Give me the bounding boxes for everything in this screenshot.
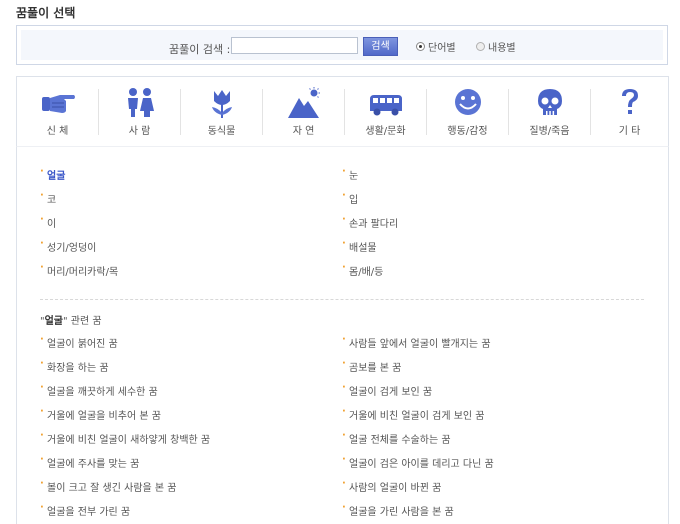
radio-content[interactable]: 내용별 [476,39,516,54]
related-dream-link[interactable]: 얼굴이 붉어진 꿈 [40,334,118,350]
radio-word-dot[interactable] [416,42,425,51]
related-title: "얼굴" 관련 꿈 [40,316,102,327]
category-behavior-emotion-label: 행동/감정 [447,126,488,137]
related-dream-link[interactable]: 얼굴을 깨끗하게 세수한 꿈 [40,382,158,398]
bus-icon [345,87,426,119]
body-part-link[interactable]: 코 [40,190,56,206]
body-part-link[interactable]: 얼굴 [40,166,66,182]
question-icon [589,87,670,119]
category-body-label: 신 체 [46,126,69,137]
related-dream-link[interactable]: 거울에 얼굴을 비추어 본 꿈 [40,406,161,422]
body-part-link[interactable]: 몸/배/등 [342,262,383,278]
category-disease-death-label: 질병/죽음 [529,126,570,137]
category-etc-label: 기 타 [618,126,641,137]
body-part-link[interactable]: 손과 팔다리 [342,214,398,230]
related-dream-link[interactable]: 얼굴을 전부 가린 꿈 [40,502,130,518]
related-dream-link[interactable]: 볼이 크고 잘 생긴 사람을 본 꿈 [40,478,177,494]
body-part-link[interactable]: 입 [342,190,358,206]
related-dream-link[interactable]: 거울에 비친 얼굴이 검게 보인 꿈 [342,406,484,422]
radio-content-dot[interactable] [476,42,485,51]
related-dream-link[interactable]: 곰보를 본 꿈 [342,358,401,374]
category-nature-label: 자 연 [292,126,315,137]
body-part-link[interactable]: 배설물 [342,238,377,254]
body-part-link[interactable]: 성기/엉덩이 [40,238,96,254]
radio-word-label: 단어별 [428,43,456,54]
category-flora-fauna-label: 동식물 [207,126,236,137]
category-people-label: 사 람 [128,126,151,137]
related-dream-link[interactable]: 얼굴이 검게 보인 꿈 [342,382,432,398]
body-part-link[interactable]: 이 [40,214,56,230]
body-part-link[interactable]: 머리/머리카락/목 [40,262,118,278]
related-dream-link[interactable]: 얼굴 전체를 수술하는 꿈 [342,430,451,446]
skull-icon [509,87,590,119]
related-dream-link[interactable]: 얼굴에 주사를 맞는 꿈 [40,454,139,470]
category-disease-death[interactable]: 질병/죽음 [509,77,590,147]
related-keyword: 얼굴 [44,316,64,327]
related-dream-link[interactable]: 얼굴이 검은 아이를 데리고 다닌 꿈 [342,454,494,470]
radio-word[interactable]: 단어별 [416,39,456,54]
category-etc[interactable]: 기 타 [589,77,670,147]
page-title: 꿈풀이 선택 [16,6,76,20]
search-input[interactable] [231,37,358,54]
category-behavior-emotion[interactable]: 행동/감정 [427,77,508,147]
people-icon [99,87,180,119]
related-title-suffix: 관련 꿈 [70,316,102,327]
mountain-sun-icon [263,87,344,119]
category-people[interactable]: 사 람 [99,77,180,147]
radio-content-label: 내용별 [488,43,516,54]
related-dream-link[interactable]: 얼굴을 가린 사람을 본 꿈 [342,502,454,518]
category-body[interactable]: 신 체 [17,77,98,147]
related-dream-link[interactable]: 사람들 앞에서 얼굴이 빨개지는 꿈 [342,334,490,350]
search-panel: 꿈풀이 검색 : 검색 단어별 내용별 [16,25,668,65]
tulip-icon [181,87,262,119]
search-label: 꿈풀이 검색 : [169,43,231,56]
body-part-link[interactable]: 눈 [342,166,358,182]
related-dream-link[interactable]: 화장을 하는 꿈 [40,358,109,374]
related-dream-link[interactable]: 거울에 비친 얼굴이 새하얗게 창백한 꿈 [40,430,210,446]
category-bar: 신 체 사 람 동식물 자 연 생활/문화 행동/감정 질병/죽음 기 타 [16,76,669,146]
category-nature[interactable]: 자 연 [263,77,344,147]
divider [40,299,644,300]
category-flora-fauna[interactable]: 동식물 [181,77,262,147]
search-button[interactable]: 검색 [363,37,398,56]
category-life-culture[interactable]: 생활/문화 [345,77,426,147]
related-dream-link[interactable]: 사람의 얼굴이 바뀐 꿈 [342,478,441,494]
pointing-hand-icon [17,87,98,119]
category-life-culture-label: 생활/문화 [365,126,406,137]
smiley-icon [427,87,508,119]
